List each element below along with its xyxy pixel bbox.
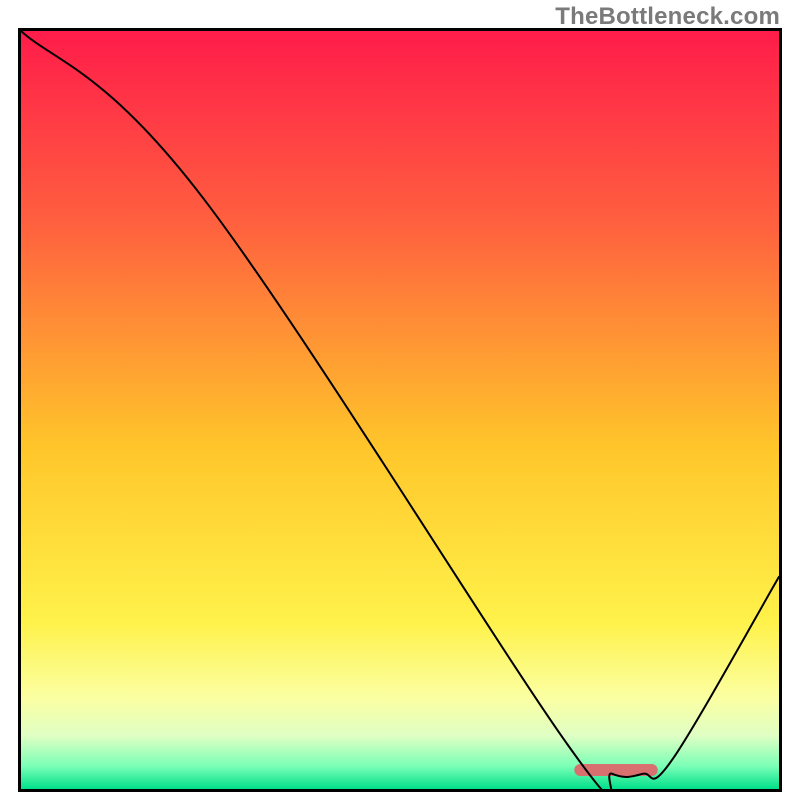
- chart-svg: [18, 28, 782, 792]
- chart-frame: [18, 28, 782, 792]
- chart-background: [21, 31, 779, 789]
- watermark-text: TheBottleneck.com: [555, 3, 780, 31]
